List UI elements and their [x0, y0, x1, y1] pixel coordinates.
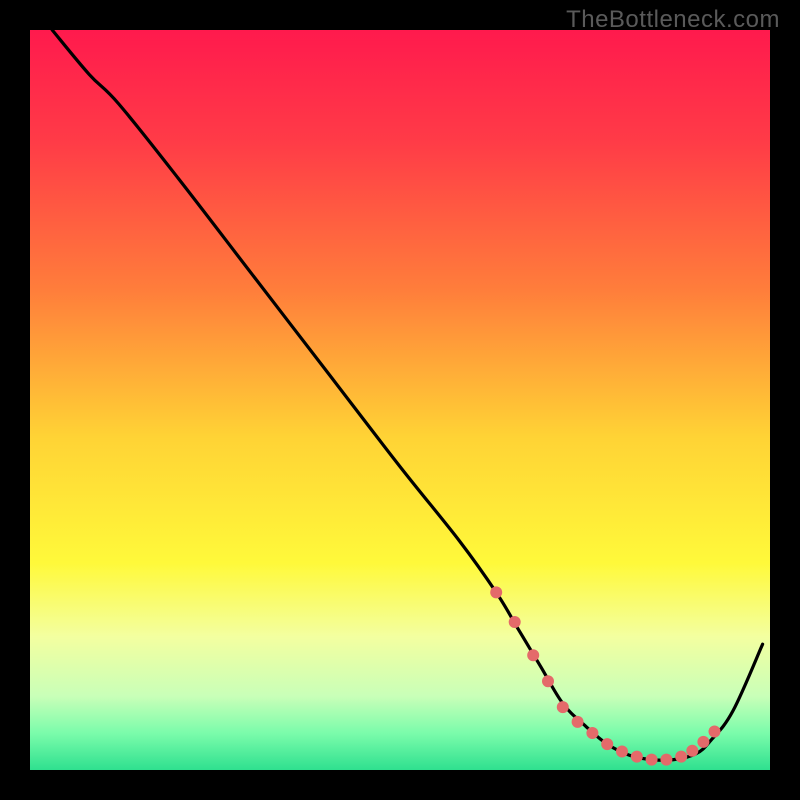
highlight-dot: [709, 726, 721, 738]
highlight-dot: [686, 745, 698, 757]
highlight-dot: [527, 649, 539, 661]
highlight-dot: [586, 727, 598, 739]
highlight-dot: [660, 754, 672, 766]
highlight-dot: [490, 586, 502, 598]
highlight-dot: [616, 746, 628, 758]
bottleneck-curve: [52, 30, 762, 760]
highlight-dot: [697, 736, 709, 748]
chart-frame: TheBottleneck.com: [0, 0, 800, 800]
watermark-text: TheBottleneck.com: [566, 6, 780, 34]
highlight-dot: [601, 738, 613, 750]
highlight-dot: [631, 751, 643, 763]
curve-layer: [30, 30, 770, 770]
plot-area: [30, 30, 770, 770]
highlight-dot: [646, 754, 658, 766]
highlight-dot: [572, 716, 584, 728]
highlight-dot: [675, 751, 687, 763]
highlight-dot: [557, 701, 569, 713]
highlight-dots: [490, 586, 720, 765]
highlight-dot: [509, 616, 521, 628]
highlight-dot: [542, 675, 554, 687]
